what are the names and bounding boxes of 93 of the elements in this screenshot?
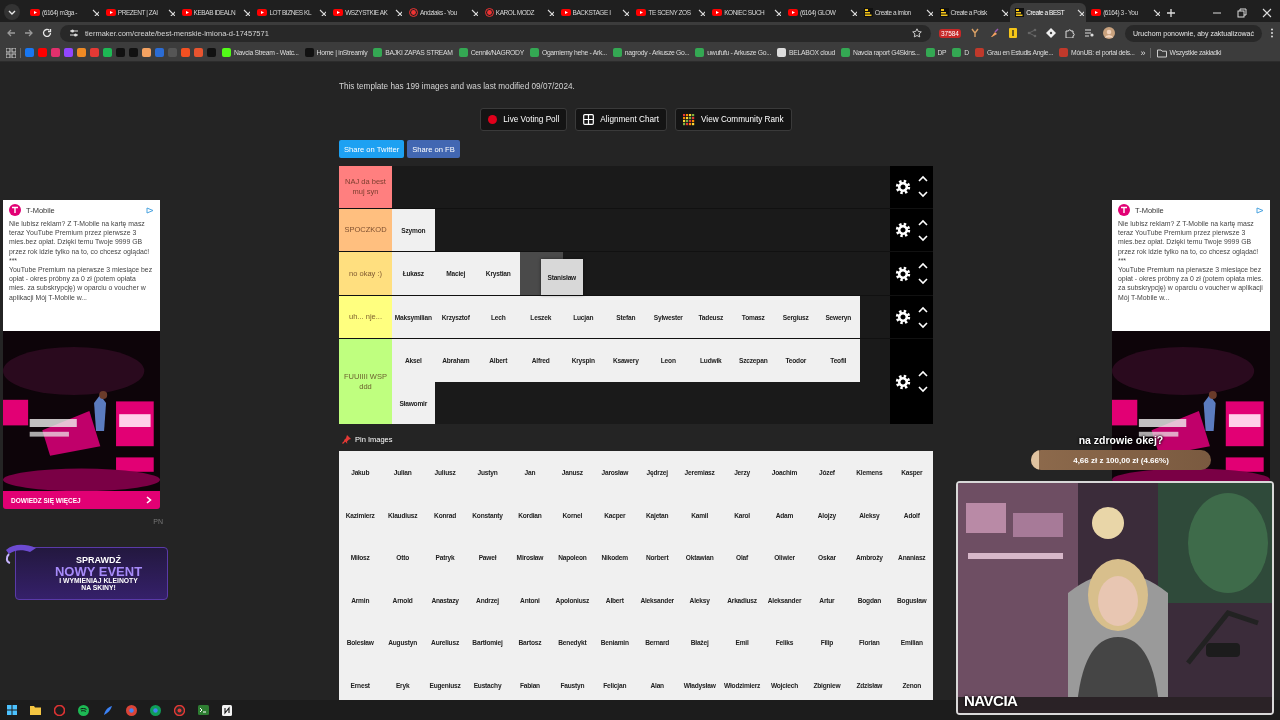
video-play-icon <box>257 9 268 16</box>
chevron-up-icon[interactable] <box>918 218 928 226</box>
forward-arrow-icon[interactable] <box>24 28 34 38</box>
media-icon[interactable] <box>1084 28 1094 38</box>
video-play-icon <box>636 9 647 16</box>
video-play-icon <box>105 9 116 16</box>
close-icon[interactable] <box>546 9 554 16</box>
video-play-icon <box>787 9 798 16</box>
terminal-icon[interactable] <box>198 705 209 715</box>
chevron-up-icon[interactable] <box>918 305 928 313</box>
chevron-up-icon[interactable] <box>918 370 928 378</box>
reload-icon[interactable] <box>42 28 52 38</box>
streamer-name: NAVCIA <box>964 692 1018 709</box>
more-bookmarks-button[interactable]: » <box>1140 47 1146 58</box>
folder-icon <box>1156 47 1167 58</box>
chevron-down-icon[interactable] <box>918 321 928 329</box>
video-play-icon <box>560 9 571 16</box>
close-icon[interactable] <box>1152 9 1160 16</box>
brand-logo-icon <box>9 204 21 216</box>
favicon-icon[interactable] <box>142 48 151 57</box>
record-dot-icon <box>488 115 498 124</box>
knife-icon <box>4 542 38 564</box>
windows-logo-icon[interactable] <box>7 705 17 715</box>
document-app-icon[interactable] <box>222 704 232 716</box>
video-play-icon <box>181 9 192 16</box>
new-tab-icon[interactable] <box>1166 8 1176 17</box>
close-icon[interactable] <box>91 9 99 16</box>
chevron-down-icon[interactable] <box>918 191 928 199</box>
action-button[interactable]: Live Voting Poll <box>480 108 568 131</box>
close-icon[interactable] <box>849 9 857 16</box>
close-icon[interactable] <box>773 9 781 16</box>
close-icon[interactable] <box>698 9 706 16</box>
action-button[interactable]: Alignment Chart <box>575 108 667 131</box>
brand-logo-icon <box>1118 204 1130 216</box>
record-app-icon[interactable] <box>174 704 185 716</box>
pin-icon <box>342 435 351 445</box>
browser-icon[interactable] <box>126 704 137 716</box>
action-button[interactable]: View Community Rank <box>675 108 792 131</box>
record-circle-icon <box>484 8 494 17</box>
chevron-down-icon[interactable] <box>918 386 928 394</box>
close-icon[interactable] <box>1262 7 1272 18</box>
chevron-down-icon[interactable] <box>918 278 928 286</box>
chevron-down-icon[interactable] <box>918 234 928 242</box>
video-play-icon <box>333 9 344 16</box>
tab-search-button[interactable] <box>4 4 20 20</box>
video-play-icon <box>1091 9 1102 16</box>
note-icon[interactable] <box>1008 28 1018 38</box>
bookmark-star-icon[interactable] <box>911 28 922 38</box>
folder-icon[interactable] <box>30 705 41 715</box>
chevron-right-icon <box>146 496 152 504</box>
close-icon[interactable] <box>470 9 478 16</box>
chevron-up-icon[interactable] <box>918 262 928 270</box>
settings-icon[interactable] <box>895 373 911 390</box>
extensions-icon[interactable] <box>1065 28 1075 38</box>
settings-icon[interactable] <box>895 265 911 282</box>
favicon-icon[interactable] <box>103 48 112 57</box>
settings-icon[interactable] <box>895 309 911 326</box>
close-icon[interactable] <box>622 9 630 16</box>
color-grid-icon <box>683 113 695 126</box>
back-arrow-icon[interactable] <box>6 28 16 38</box>
tag-icon[interactable] <box>1046 28 1056 38</box>
tier-grid-icon <box>863 8 873 17</box>
avatar-icon[interactable] <box>1103 27 1115 39</box>
event-text: NOWY EVENT <box>54 564 143 578</box>
site-settings-icon <box>69 28 79 38</box>
record-circle-icon <box>409 8 418 17</box>
template-info: This template has 199 images and was last modified 09/07/2024. <box>339 81 576 93</box>
restore-icon[interactable] <box>1237 7 1247 18</box>
tier-grid-icon <box>939 8 949 17</box>
brush-icon[interactable] <box>989 28 999 38</box>
browser-icon[interactable] <box>150 704 161 716</box>
music-app-icon[interactable] <box>78 704 89 716</box>
apps-grid-icon[interactable] <box>6 47 16 58</box>
settings-icon[interactable] <box>895 222 911 239</box>
close-icon[interactable] <box>243 9 251 16</box>
grid-icon <box>583 114 595 125</box>
ad-choices-icon[interactable] <box>146 206 154 214</box>
settings-icon[interactable] <box>895 178 911 195</box>
menu-icon[interactable] <box>1270 28 1274 38</box>
close-icon[interactable] <box>319 9 327 16</box>
feather-icon[interactable] <box>102 704 113 716</box>
chevron-up-icon[interactable] <box>918 175 928 183</box>
close-icon[interactable] <box>167 9 175 16</box>
tier-grid-icon <box>1015 8 1025 17</box>
favicon-icon[interactable] <box>77 48 86 57</box>
close-icon[interactable] <box>1077 9 1085 16</box>
close-icon[interactable] <box>925 9 933 16</box>
video-play-icon <box>712 9 723 16</box>
video-play-icon <box>30 9 40 16</box>
circle-app-icon[interactable] <box>54 704 65 716</box>
ad-choices-icon[interactable] <box>1256 206 1264 214</box>
event-text: SPRAWDŹ <box>76 555 121 565</box>
close-icon[interactable] <box>395 9 402 16</box>
